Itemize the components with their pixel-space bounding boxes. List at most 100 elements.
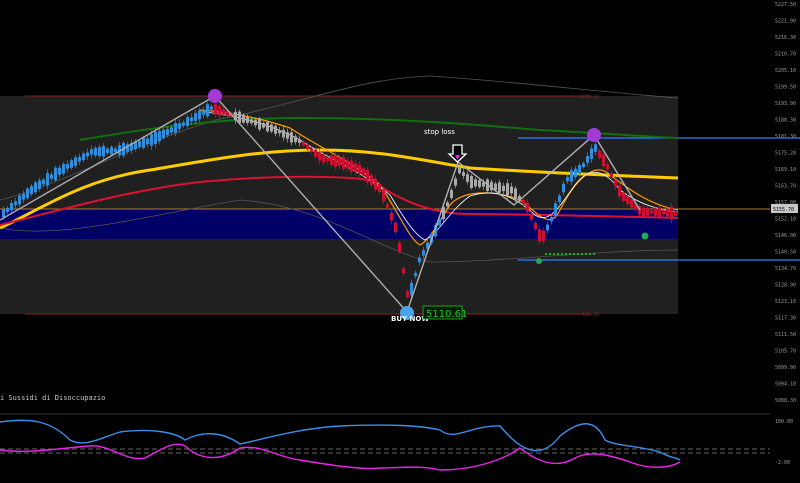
candle-body [630, 199, 633, 208]
candle-body [170, 127, 173, 133]
candle-body [150, 134, 153, 146]
candle-body [550, 217, 553, 222]
candle-body [246, 117, 249, 123]
price-axis-label: 5188.30 [775, 118, 796, 124]
candle-body [670, 206, 673, 220]
candle-body [386, 204, 389, 208]
candle-body [414, 272, 417, 277]
candle-body [306, 144, 309, 150]
candle-body [190, 117, 193, 122]
candle-body [454, 178, 457, 186]
candle-body [446, 202, 449, 207]
price-axis-label: 5152.10 [775, 217, 796, 223]
candle-body [370, 175, 373, 185]
candle-body [182, 122, 185, 126]
candle-body [110, 146, 113, 155]
trading-chart: 5227.50 5221.90 5216.30 5210.70 5205.10 5199.… [0, 0, 800, 483]
candle-body [174, 123, 177, 133]
candle-body [114, 148, 117, 153]
candle-body [330, 155, 333, 165]
candle-body [594, 144, 597, 152]
candle-body [50, 174, 53, 179]
current-price-box: 5155.70 [771, 204, 798, 213]
candle-body [54, 167, 57, 181]
candle-body [86, 152, 89, 157]
candle-body [650, 210, 653, 214]
candle-body [462, 172, 465, 176]
candle-body [322, 154, 325, 163]
candle-body [66, 164, 69, 169]
candle-body [70, 160, 73, 168]
stop-loss-label: stop loss [424, 128, 455, 136]
range-box [0, 96, 678, 314]
price-axis-label: 5216.30 [775, 35, 796, 41]
candle-body [590, 148, 593, 159]
candle-body [106, 148, 109, 154]
candle-body [510, 186, 513, 194]
candle-body [602, 154, 605, 167]
candle-body [158, 130, 161, 142]
price-axis-label: 5146.00 [775, 233, 796, 239]
price-axis-label: 5199.50 [775, 85, 796, 91]
current-price-text: 5155.70 [773, 207, 794, 213]
candle-body [162, 129, 165, 139]
candle-body [618, 185, 621, 197]
candle-body [138, 141, 141, 147]
candle-body [558, 195, 561, 203]
candle-body [178, 123, 181, 129]
candle-body [538, 229, 541, 242]
candle-body [58, 167, 61, 175]
indicator-title: i Sussidi di Disoccupazio [0, 394, 105, 402]
candle-body [198, 110, 201, 120]
candle-body [94, 147, 97, 156]
candle-body [514, 188, 517, 200]
candle-body [658, 207, 661, 217]
price-axis-label: 5088.30 [775, 398, 796, 404]
candle-body [310, 148, 313, 152]
candle-body [614, 179, 617, 187]
candle-body [562, 183, 565, 193]
candle-body [222, 109, 225, 115]
candle-body [390, 212, 393, 221]
candle-body [270, 124, 273, 132]
candle-body [302, 141, 305, 146]
candle-body [286, 132, 289, 139]
price-axis-label: 5140.50 [775, 250, 796, 256]
candle-body [342, 156, 345, 169]
swing-high-marker-2 [587, 128, 601, 142]
candle-body [154, 131, 157, 145]
candle-body [530, 213, 533, 220]
candle-body [250, 119, 253, 124]
price-axis-label: 5175.20 [775, 151, 796, 157]
candle-body [546, 224, 549, 231]
candle-body [506, 183, 509, 196]
candle-body [22, 193, 25, 200]
candle-body [354, 163, 357, 172]
price-axis-label: 5227.50 [775, 2, 796, 8]
upper-line-label: 5196.60 [582, 94, 599, 99]
candle-body [494, 183, 497, 191]
candle-body [570, 170, 573, 182]
candle-body [622, 192, 625, 201]
candle-body [402, 268, 405, 274]
candle-body [90, 149, 93, 155]
candle-body [266, 122, 269, 132]
candle-body [674, 211, 677, 216]
candle-body [146, 138, 149, 145]
candle-body [210, 106, 213, 110]
candle-body [478, 180, 481, 188]
candle-body [202, 110, 205, 115]
candle-body [498, 182, 501, 193]
candle-body [502, 185, 505, 192]
candle-body [382, 189, 385, 202]
candle-body [534, 222, 537, 230]
candle-body [410, 282, 413, 296]
candle-body [374, 178, 377, 190]
price-axis-label: 5134.70 [775, 266, 796, 272]
candle-body [214, 104, 217, 115]
candle-body [194, 113, 197, 121]
buy-price-label: 5110.61 [426, 309, 467, 320]
candle-body [642, 207, 645, 217]
candle-body [522, 199, 525, 205]
swing-high-marker [208, 89, 222, 103]
